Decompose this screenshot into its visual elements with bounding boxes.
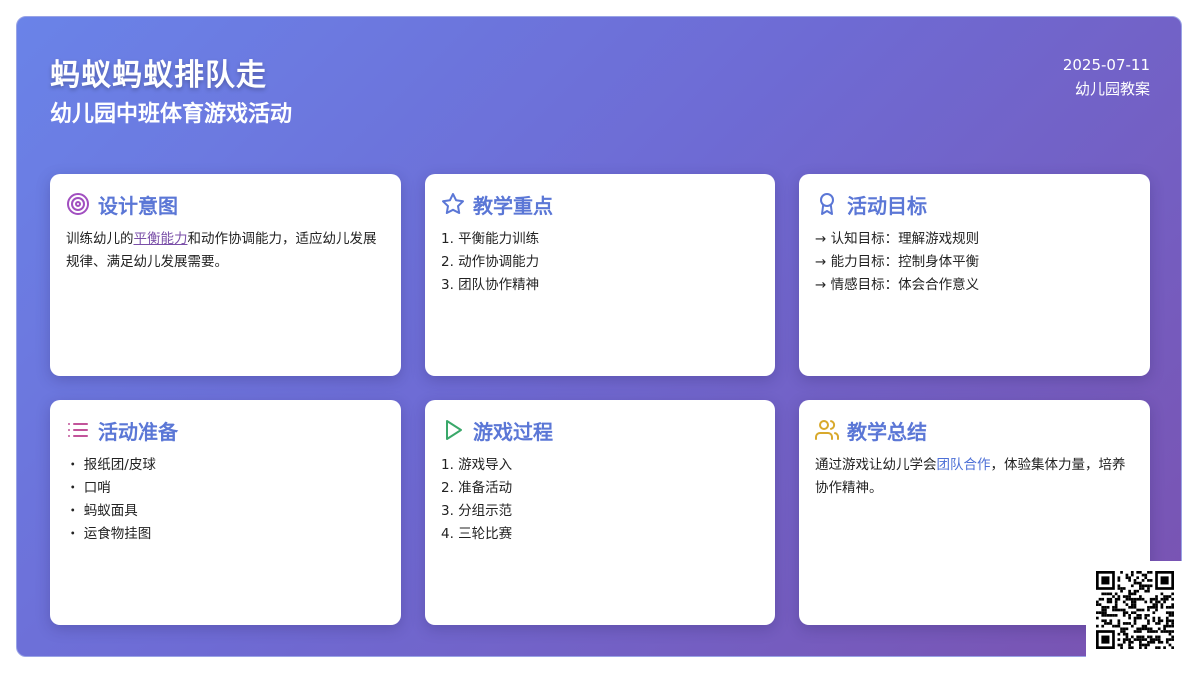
doc-type-label: 幼儿园教案	[1074, 80, 1150, 98]
card-title: 教学重点	[473, 193, 553, 218]
list-item: 1. 游戏导入	[441, 457, 513, 473]
card-title: 游戏过程	[473, 419, 553, 444]
objectives-list: → 认知目标：理解游戏规则 → 能力目标：控制身体平衡 → 情感目标：体会合作意…	[815, 228, 1134, 297]
list-item: 3. 团队协作精神	[441, 277, 540, 293]
list-item: ・ 运食物挂图	[66, 526, 152, 542]
list-item: 3. 分组示范	[441, 503, 513, 519]
list-item: → 情感目标：体会合作意义	[815, 277, 980, 293]
card-title: 活动准备	[98, 419, 178, 444]
play-icon	[441, 418, 465, 442]
star-icon	[441, 192, 465, 216]
target-icon	[66, 192, 90, 216]
award-icon	[815, 192, 839, 216]
card-design-intent: 设计意图 训练幼儿的平衡能力和动作协调能力，适应幼儿发展规律、满足幼儿发展需要。	[50, 174, 401, 376]
header-meta: 2025-07-11 幼儿园教案	[1063, 53, 1150, 101]
key-points-list: 1. 平衡能力训练 2. 动作协调能力 3. 团队协作精神	[441, 228, 759, 297]
preparation-list: ・ 报纸团/皮球 ・ 口哨 ・ 蚂蚁面具 ・ 运食物挂图	[66, 454, 385, 546]
highlight-text: 团队合作	[936, 457, 991, 473]
list-item: ・ 报纸团/皮球	[66, 457, 156, 473]
card-preparation: 活动准备 ・ 报纸团/皮球 ・ 口哨 ・ 蚂蚁面具 ・ 运食物挂图	[50, 400, 401, 625]
card-objectives: 活动目标 → 认知目标：理解游戏规则 → 能力目标：控制身体平衡 → 情感目标：…	[799, 174, 1150, 376]
list-item: 1. 平衡能力训练	[441, 231, 540, 247]
card-text: 训练幼儿的平衡能力和动作协调能力，适应幼儿发展规律、满足幼儿发展需要。	[66, 231, 377, 270]
page-title: 蚂蚁蚂蚁排队走	[50, 58, 267, 93]
card-title: 活动目标	[847, 193, 927, 218]
list-item: 4. 三轮比赛	[441, 526, 513, 542]
list-item: ・ 蚂蚁面具	[66, 503, 138, 519]
card-title: 设计意图	[98, 193, 178, 218]
process-list: 1. 游戏导入 2. 准备活动 3. 分组示范 4. 三轮比赛	[441, 454, 759, 546]
date-label: 2025-07-11	[1062, 56, 1150, 74]
users-icon	[815, 418, 839, 442]
list-icon	[66, 418, 90, 442]
list-item: 2. 准备活动	[441, 480, 513, 496]
list-item: ・ 口哨	[66, 480, 111, 496]
card-title: 教学总结	[847, 419, 927, 444]
list-item: → 能力目标：控制身体平衡	[815, 254, 980, 270]
card-text: 通过游戏让幼儿学会团队合作，体验集体力量，培养协作精神。	[815, 457, 1126, 496]
card-key-points: 教学重点 1. 平衡能力训练 2. 动作协调能力 3. 团队协作精神	[425, 174, 775, 376]
list-item: 2. 动作协调能力	[441, 254, 540, 270]
page-subtitle: 幼儿园中班体育游戏活动	[50, 102, 293, 127]
qr-code-image	[1086, 561, 1184, 659]
list-item: → 认知目标：理解游戏规则	[815, 231, 980, 247]
qr-code	[1086, 561, 1184, 659]
highlight-text: 平衡能力	[133, 231, 188, 247]
card-process: 游戏过程 1. 游戏导入 2. 准备活动 3. 分组示范 4. 三轮比赛	[425, 400, 775, 625]
